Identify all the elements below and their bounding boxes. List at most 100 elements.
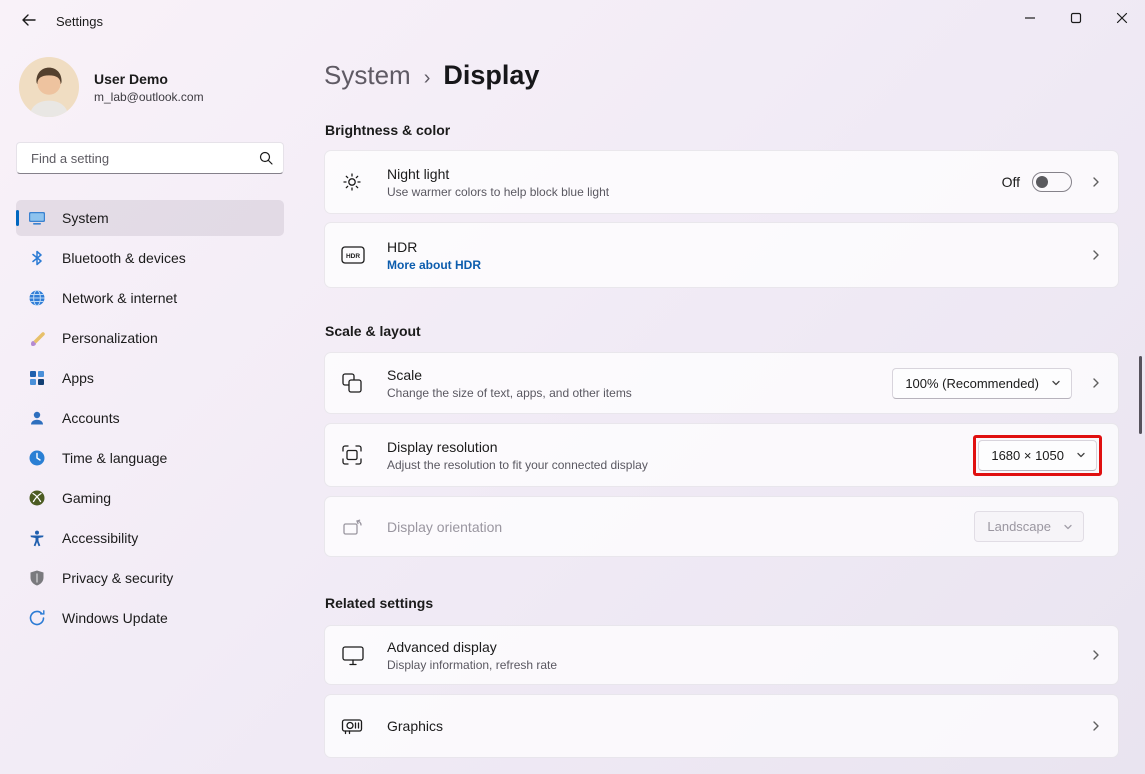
scale-title: Scale [387, 367, 892, 383]
sidebar-item-system[interactable]: System [16, 200, 284, 236]
accounts-icon [28, 409, 46, 427]
user-email: m_lab@outlook.com [94, 90, 204, 104]
chevron-down-icon [1051, 378, 1061, 388]
hdr-more-link[interactable]: More about HDR [387, 258, 1072, 272]
close-button[interactable] [1099, 0, 1145, 40]
advanced-display-subtitle: Display information, refresh rate [387, 658, 1072, 672]
night-light-row[interactable]: Night light Use warmer colors to help bl… [324, 150, 1119, 214]
maximize-button[interactable] [1053, 0, 1099, 40]
accessibility-icon [28, 529, 46, 547]
user-profile: User Demo m_lab@outlook.com [18, 56, 284, 118]
search-icon[interactable] [259, 151, 273, 165]
scale-dropdown[interactable]: 100% (Recommended) [892, 368, 1072, 399]
sidebar-item-time-language[interactable]: Time & language [16, 440, 284, 476]
sidebar-item-gaming[interactable]: Gaming [16, 480, 284, 516]
sidebar-item-label: Bluetooth & devices [62, 250, 186, 266]
search-input[interactable] [29, 150, 259, 167]
sidebar-item-label: Network & internet [62, 290, 177, 306]
minimize-button[interactable] [1007, 0, 1053, 40]
scale-subtitle: Change the size of text, apps, and other… [387, 386, 892, 400]
windows-update-icon [28, 609, 46, 627]
sidebar-item-label: System [62, 210, 109, 226]
sidebar-item-accounts[interactable]: Accounts [16, 400, 284, 436]
night-light-toggle[interactable] [1032, 172, 1072, 192]
sidebar-item-accessibility[interactable]: Accessibility [16, 520, 284, 556]
chevron-right-icon [1090, 176, 1102, 188]
graphics-row[interactable]: Graphics [324, 694, 1119, 758]
privacy-security-icon [28, 569, 46, 587]
display-orientation-title: Display orientation [387, 519, 974, 535]
display-resolution-title: Display resolution [387, 439, 973, 455]
graphics-icon [341, 717, 387, 736]
chevron-down-icon [1063, 522, 1073, 532]
toggle-knob [1036, 176, 1048, 188]
sidebar-item-label: Accounts [62, 410, 120, 426]
system-icon [28, 209, 46, 227]
sidebar: User Demo m_lab@outlook.com System Bluet… [0, 42, 300, 774]
sidebar-item-privacy-security[interactable]: Privacy & security [16, 560, 284, 596]
graphics-title: Graphics [387, 718, 1072, 734]
window-controls [1007, 0, 1145, 40]
svg-text:HDR: HDR [346, 253, 360, 260]
sidebar-item-bluetooth-devices[interactable]: Bluetooth & devices [16, 240, 284, 276]
personalization-icon [28, 329, 46, 347]
window-title: Settings [56, 14, 103, 29]
highlight-annotation: 1680 × 1050 [973, 435, 1102, 476]
section-related-settings: Related settings [325, 595, 433, 611]
sidebar-item-personalization[interactable]: Personalization [16, 320, 284, 356]
minimize-icon [1024, 11, 1036, 29]
sidebar-item-windows-update[interactable]: Windows Update [16, 600, 284, 636]
display-orientation-dropdown[interactable]: Landscape [974, 511, 1084, 542]
user-name: User Demo [94, 71, 204, 87]
hdr-title: HDR [387, 239, 1072, 255]
sidebar-item-label: Time & language [62, 450, 167, 466]
back-button[interactable] [14, 11, 44, 33]
breadcrumb-system[interactable]: System [324, 60, 411, 91]
advanced-display-title: Advanced display [387, 639, 1072, 655]
network-icon [28, 289, 46, 307]
breadcrumb-separator-icon: › [424, 67, 431, 90]
sidebar-item-network-internet[interactable]: Network & internet [16, 280, 284, 316]
sidebar-nav: System Bluetooth & devices Network & int… [16, 200, 284, 636]
sidebar-item-apps[interactable]: Apps [16, 360, 284, 396]
titlebar: Settings [0, 0, 1145, 42]
sidebar-item-label: Accessibility [62, 530, 138, 546]
scale-dropdown-value: 100% (Recommended) [905, 376, 1039, 391]
selected-accent-bar [16, 210, 19, 226]
section-scale-layout: Scale & layout [325, 323, 421, 339]
search-box[interactable] [16, 142, 284, 174]
night-light-title: Night light [387, 166, 1002, 182]
sidebar-item-label: Apps [62, 370, 94, 386]
sidebar-item-label: Personalization [62, 330, 158, 346]
hdr-row[interactable]: HDR HDR More about HDR [324, 222, 1119, 288]
chevron-right-icon [1090, 249, 1102, 261]
advanced-display-row[interactable]: Advanced display Display information, re… [324, 625, 1119, 685]
scrollbar[interactable] [1139, 356, 1142, 434]
chevron-right-icon [1090, 377, 1102, 389]
back-arrow-icon [21, 12, 37, 33]
close-icon [1116, 11, 1128, 29]
scale-row[interactable]: Scale Change the size of text, apps, and… [324, 352, 1119, 414]
display-orientation-value: Landscape [987, 519, 1051, 534]
chevron-right-icon [1090, 720, 1102, 732]
maximize-icon [1070, 11, 1082, 29]
main-content: System › Display Brightness & color Nigh… [324, 42, 1119, 774]
display-resolution-value: 1680 × 1050 [991, 448, 1064, 463]
chevron-down-icon [1076, 450, 1086, 460]
display-resolution-icon [341, 444, 387, 466]
breadcrumb: System › Display [324, 60, 539, 91]
avatar [18, 56, 80, 118]
gaming-icon [28, 489, 46, 507]
bluetooth-icon [28, 249, 46, 267]
hdr-icon: HDR [341, 246, 387, 264]
night-light-subtitle: Use warmer colors to help block blue lig… [387, 185, 1002, 199]
time-language-icon [28, 449, 46, 467]
sidebar-item-label: Gaming [62, 490, 111, 506]
section-brightness-color: Brightness & color [325, 122, 450, 138]
scale-icon [341, 372, 387, 394]
display-resolution-dropdown[interactable]: 1680 × 1050 [978, 440, 1097, 471]
apps-icon [28, 369, 46, 387]
page-title: Display [443, 60, 539, 91]
sidebar-item-label: Windows Update [62, 610, 168, 626]
night-light-icon [341, 171, 387, 193]
